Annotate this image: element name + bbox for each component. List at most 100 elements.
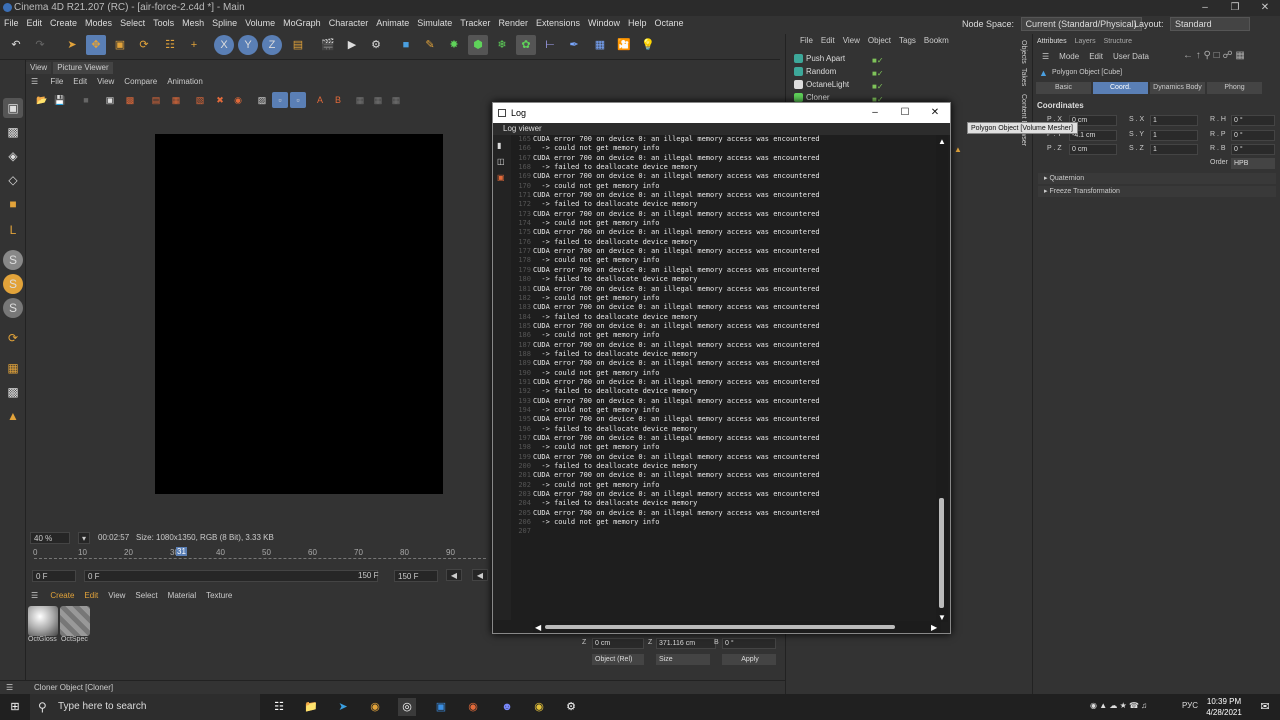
magnet-icon[interactable]: ⟳: [3, 328, 23, 348]
minimize-icon[interactable]: –: [1190, 0, 1220, 16]
add-icon[interactable]: +: [184, 35, 204, 55]
bulb-icon[interactable]: 💡: [638, 35, 658, 55]
attr-menu-user-data[interactable]: User Data: [1108, 50, 1154, 64]
point-mode-icon[interactable]: ◈: [3, 146, 23, 166]
workplane-icon[interactable]: ▩: [3, 382, 23, 402]
diff-icon[interactable]: ▦: [388, 92, 404, 108]
file-explorer-icon[interactable]: 📁: [302, 698, 320, 716]
s-y-field[interactable]: 1: [1150, 130, 1198, 141]
task-view-icon[interactable]: ☷: [270, 698, 288, 716]
tab-basic[interactable]: Basic: [1036, 82, 1091, 94]
app-orange-icon[interactable]: ◉: [464, 698, 482, 716]
om-menu-edit[interactable]: Edit: [817, 34, 839, 48]
z-position-field[interactable]: 0 cm: [592, 638, 644, 649]
mat-menu-select[interactable]: Select: [130, 590, 162, 602]
app-window-icon[interactable]: ▣: [432, 698, 450, 716]
menu-select[interactable]: Select: [116, 16, 149, 30]
copy-log-icon[interactable]: ◫: [497, 157, 506, 166]
material-octgloss-swatch[interactable]: [28, 606, 58, 636]
tab-dynamics-body[interactable]: Dynamics Body: [1150, 82, 1205, 94]
histogram-icon[interactable]: ▨: [254, 92, 270, 108]
freeze-transformation-group[interactable]: ▸ Freeze Transformation: [1038, 186, 1276, 197]
split-icon[interactable]: ▦: [352, 92, 368, 108]
compare-b-icon[interactable]: B: [330, 92, 346, 108]
attr-menu-mode[interactable]: Mode: [1054, 50, 1084, 64]
mat-menu-texture[interactable]: Texture: [201, 590, 237, 602]
scroll-thumb[interactable]: [545, 625, 895, 629]
tab-attributes[interactable]: Attributes: [1037, 38, 1067, 45]
deformer-icon[interactable]: ⊢: [540, 35, 560, 55]
menu-simulate[interactable]: Simulate: [413, 16, 456, 30]
rotate-icon[interactable]: ⟳: [134, 35, 154, 55]
render-region-icon[interactable]: 🎬: [318, 35, 338, 55]
range-slider[interactable]: 0 F: [84, 570, 378, 582]
log-vertical-scrollbar[interactable]: ▲ ▼: [936, 135, 948, 622]
timeline-playhead[interactable]: 31: [176, 547, 187, 556]
zoom-dropdown-icon[interactable]: ▾: [78, 532, 90, 544]
axis-mode-icon[interactable]: L: [3, 220, 23, 240]
start-frame-field[interactable]: 0 F: [32, 570, 76, 582]
timeline[interactable]: 0 10 20 30 40 50 60 70 80 90 31: [28, 546, 492, 566]
z-axis-icon[interactable]: Z: [262, 35, 282, 55]
region-icon[interactable]: ▣: [102, 92, 118, 108]
input-language[interactable]: РУС: [1182, 701, 1198, 710]
clear-icon[interactable]: ▤: [148, 92, 164, 108]
tab-view[interactable]: View: [26, 62, 52, 74]
close-icon[interactable]: ✕: [1250, 0, 1280, 16]
mat-menu-create[interactable]: Create: [45, 590, 79, 602]
save-icon[interactable]: 💾: [52, 92, 68, 108]
menu-character[interactable]: Character: [325, 16, 373, 30]
om-menu-object[interactable]: Object: [864, 34, 895, 48]
tray-icons[interactable]: ◉ ▲ ☁ ★ ☎ ♫: [1090, 701, 1147, 710]
pv-menu-edit[interactable]: Edit: [68, 76, 92, 88]
side-tab-takes[interactable]: Takes: [1015, 68, 1027, 86]
material-octspec-swatch[interactable]: [60, 606, 90, 636]
delete-log-icon[interactable]: ▣: [497, 173, 506, 182]
menu-window[interactable]: Window: [584, 16, 624, 30]
undo-icon[interactable]: ↶: [6, 35, 26, 55]
copy-icon[interactable]: ▦: [168, 92, 184, 108]
r-p-field[interactable]: 0 °: [1231, 130, 1275, 141]
object-row-octanelight[interactable]: OctaneLight ■✓: [786, 78, 916, 91]
snap-settings-icon[interactable]: S: [3, 274, 23, 294]
subdivision-icon[interactable]: ✸: [444, 35, 464, 55]
tab-layers[interactable]: Layers: [1075, 38, 1096, 45]
minimize-icon[interactable]: –: [860, 103, 890, 123]
polygon-mode-icon[interactable]: ■: [3, 194, 23, 214]
log-horizontal-scrollbar[interactable]: ◀ ▶: [533, 621, 941, 633]
apply-button[interactable]: Apply: [722, 654, 776, 665]
menu-octane[interactable]: Octane: [651, 16, 688, 30]
clear-log-icon[interactable]: ▮: [497, 141, 506, 150]
menu-help[interactable]: Help: [624, 16, 651, 30]
r-h-field[interactable]: 0 °: [1231, 115, 1275, 126]
y-axis-icon[interactable]: Y: [238, 35, 258, 55]
stop-render-icon[interactable]: ■: [78, 92, 94, 108]
menu-mesh[interactable]: Mesh: [178, 16, 208, 30]
redo-icon[interactable]: ↷: [30, 35, 50, 55]
menu-extensions[interactable]: Extensions: [532, 16, 584, 30]
cube-icon[interactable]: ■: [396, 35, 416, 55]
clock[interactable]: 10:39 PM 4/28/2021: [1200, 696, 1248, 718]
menu-spline[interactable]: Spline: [208, 16, 241, 30]
settings-icon[interactable]: ⚙: [562, 698, 580, 716]
order-select[interactable]: HPB: [1231, 158, 1275, 169]
layout-select[interactable]: Standard: [1170, 17, 1251, 31]
scroll-up-icon[interactable]: ▲: [938, 137, 946, 146]
log-text[interactable]: 165 CUDA error 700 on device 0: an illega…: [511, 135, 935, 620]
discord-icon[interactable]: ☻: [498, 698, 516, 716]
mat-menu-edit[interactable]: Edit: [79, 590, 103, 602]
tab-phong[interactable]: Phong: [1207, 82, 1262, 94]
maximize-icon[interactable]: ☐: [890, 103, 920, 123]
menu-tracker[interactable]: Tracker: [456, 16, 494, 30]
quaternion-group[interactable]: ▸ Quaternion: [1038, 173, 1276, 184]
tab-structure[interactable]: Structure: [1104, 38, 1132, 45]
scale-icon[interactable]: ▣: [110, 35, 130, 55]
tab-coord[interactable]: Coord.: [1093, 82, 1148, 94]
grid-icon[interactable]: ▦: [3, 358, 23, 378]
menu-file[interactable]: File: [0, 16, 23, 30]
p-z-field[interactable]: 0 cm: [1069, 144, 1117, 155]
light-icon[interactable]: 🎦: [614, 35, 634, 55]
s-x-field[interactable]: 1: [1150, 115, 1198, 126]
scene-icon[interactable]: ▦: [590, 35, 610, 55]
view-a-icon[interactable]: ▫: [272, 92, 288, 108]
